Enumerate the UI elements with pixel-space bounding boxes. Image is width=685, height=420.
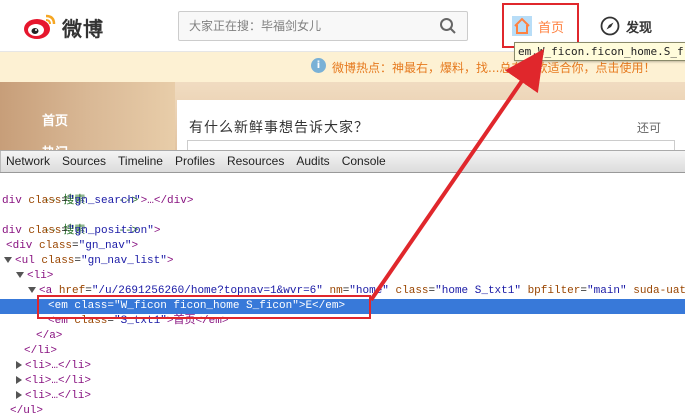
tab-audits[interactable]: Audits — [290, 151, 335, 172]
tag-close: </a> — [36, 330, 63, 342]
tag-li-collapsed: <li>…</li> — [25, 375, 92, 387]
collapse-triangle-icon[interactable] — [16, 272, 24, 279]
info-icon: i — [311, 58, 326, 73]
dom-line[interactable]: div class="gn_search">…</div> — [2, 194, 685, 209]
collapse-triangle-icon[interactable] — [4, 257, 12, 264]
tag-close: </li> — [24, 345, 58, 357]
attr-value: "gn_position" — [68, 225, 154, 237]
collapse-triangle-icon[interactable] — [28, 287, 36, 294]
search-box — [178, 11, 468, 41]
expand-triangle-icon[interactable] — [16, 361, 22, 370]
attr-name: class — [395, 285, 429, 297]
element-tooltip: em.W_ficon.ficon_home.S_f — [514, 42, 685, 61]
dom-line[interactable]: <li>…</li> — [16, 389, 685, 404]
post-publisher: 有什么新鲜事想告诉大家？ 还可 — [177, 100, 685, 154]
left-sidebar: 首页 热门 — [0, 82, 175, 161]
tag-li-collapsed: <li>…</li> — [25, 390, 92, 402]
tag-close: </ul> — [10, 405, 44, 417]
nav-discover[interactable]: 发现 — [600, 13, 652, 39]
attr-name: class — [28, 225, 62, 237]
tag-close: > — [153, 225, 161, 237]
compass-icon — [600, 16, 620, 36]
attr-name: class — [39, 240, 73, 252]
sidebar-item-home[interactable]: 首页 — [42, 110, 68, 129]
dom-line[interactable]: <li> — [16, 269, 685, 284]
tab-profiles[interactable]: Profiles — [169, 151, 221, 172]
tag-open: <div — [6, 240, 40, 252]
expand-triangle-icon[interactable] — [16, 376, 22, 385]
dom-line[interactable]: <ul class="gn_nav_list"> — [4, 254, 685, 269]
publisher-char-count: 还可 — [637, 121, 662, 135]
tag-open: div — [2, 195, 29, 207]
publisher-prompt: 有什么新鲜事想告诉大家？ — [189, 120, 369, 136]
dom-line[interactable]: div class="gn_position"> — [2, 224, 685, 239]
dom-line[interactable]: <li>…</li> — [16, 374, 685, 389]
dom-line[interactable]: </li> — [24, 344, 685, 359]
attr-name: class — [28, 195, 62, 207]
attr-value: "gn_search" — [68, 195, 141, 207]
attr-value: "home S_txt1" — [435, 285, 521, 297]
tag-close: > — [166, 255, 174, 267]
tag-close: > — [131, 240, 139, 252]
search-icon — [440, 18, 456, 34]
tag-li: <li> — [27, 270, 54, 282]
tag-close: >…</div> — [140, 195, 194, 207]
dom-line[interactable]: <div class="gn_nav"> — [6, 239, 685, 254]
tag-open: <ul — [15, 255, 42, 267]
attr-value: "gn_nav_list" — [81, 255, 167, 267]
tag-li-collapsed: <li>…</li> — [25, 360, 92, 372]
attr-name: suda-uat — [633, 285, 685, 297]
tab-network[interactable]: Network — [0, 151, 56, 172]
devtools-tabbar: Network Sources Timeline Profiles Resour… — [0, 151, 685, 173]
devtools-panel: Network Sources Timeline Profiles Resour… — [0, 150, 685, 420]
expand-triangle-icon[interactable] — [16, 391, 22, 400]
search-button[interactable] — [429, 12, 467, 40]
weibo-logo-text: 微博 — [62, 17, 104, 41]
nav-discover-label: 发现 — [626, 20, 653, 36]
weibo-logo[interactable]: 微博 — [22, 10, 132, 42]
highlight-box-code — [37, 295, 371, 319]
tag-open: div — [2, 225, 29, 237]
dom-line[interactable]: <li>…</li> — [16, 359, 685, 374]
attr-name: bpfilter — [527, 285, 581, 297]
dom-line[interactable]: -- 搜索 --> — [4, 179, 685, 207]
attr-value: "gn_nav" — [78, 240, 132, 252]
dom-line[interactable]: </ul> — [10, 404, 685, 419]
hot-topics-text[interactable]: 微博热点：神最右，爆料，找...总有一款适合你，点击使用！ — [332, 59, 655, 76]
attr-name: class — [41, 255, 75, 267]
weibo-logo-icon — [24, 14, 56, 39]
dom-line[interactable]: </a> — [36, 329, 685, 344]
attr-value: "main" — [587, 285, 627, 297]
dom-line[interactable]: -- 搜索 --> — [4, 209, 685, 237]
tab-timeline[interactable]: Timeline — [112, 151, 169, 172]
tab-resources[interactable]: Resources — [221, 151, 290, 172]
tab-sources[interactable]: Sources — [56, 151, 112, 172]
tab-console[interactable]: Console — [336, 151, 392, 172]
search-input[interactable] — [179, 12, 429, 40]
